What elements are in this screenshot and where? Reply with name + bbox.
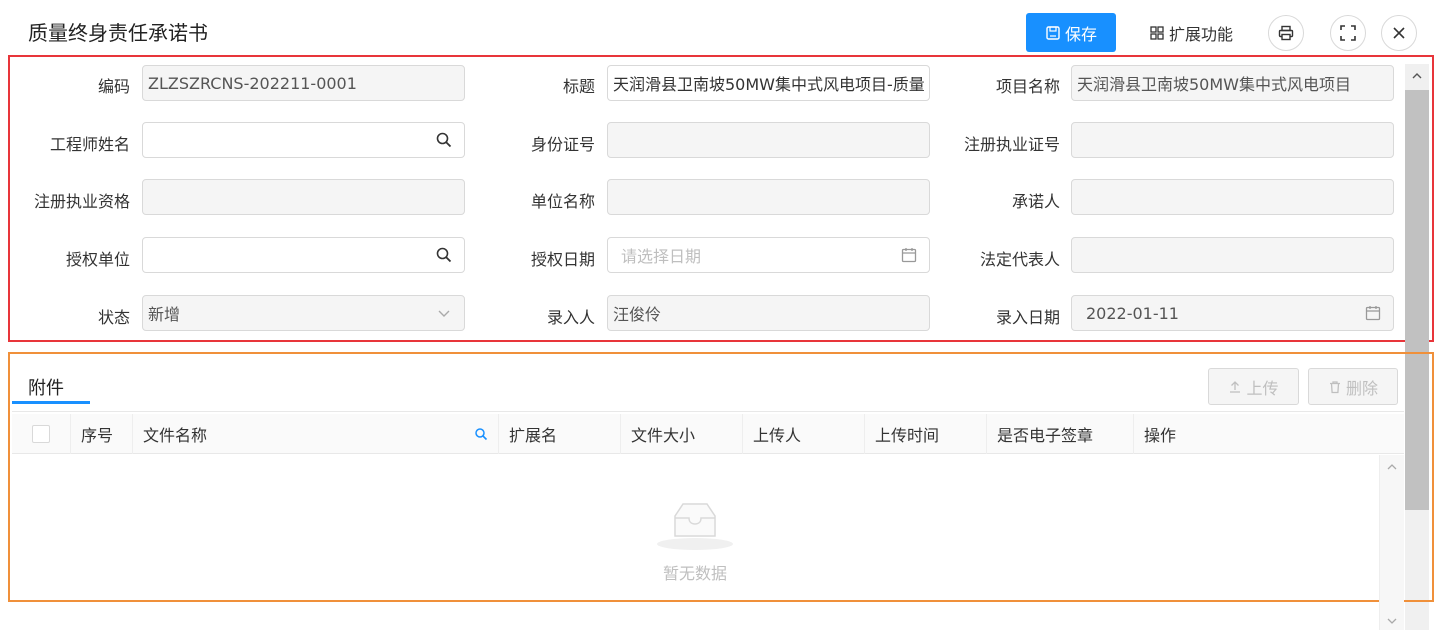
fullscreen-button[interactable]	[1330, 15, 1366, 51]
extension-button[interactable]: 扩展功能	[1149, 20, 1233, 46]
save-label: 保存	[1064, 24, 1097, 44]
entry-user-field: 汪俊伶	[607, 295, 930, 331]
reg-qualification-label: 注册执业资格	[33, 192, 130, 211]
upload-icon	[1230, 380, 1241, 393]
save-icon	[1046, 25, 1060, 40]
engineer-name-label: 工程师姓名	[49, 135, 130, 154]
status-value: 新增	[148, 305, 181, 324]
delete-button[interactable]: 删除	[1308, 368, 1398, 405]
promisor-label: 承诺人	[1011, 192, 1060, 211]
column-header-filename: 文件名称	[133, 414, 499, 454]
grid-icon	[1150, 26, 1164, 40]
code-label: 编码	[97, 77, 130, 96]
calendar-icon	[1365, 306, 1381, 321]
printer-icon	[1278, 25, 1294, 41]
auth-unit-label: 授权单位	[65, 250, 130, 269]
entry-date-value: 2022-01-11	[1086, 303, 1179, 323]
search-icon[interactable]	[435, 131, 453, 149]
calendar-icon[interactable]	[900, 246, 918, 264]
auth-date-placeholder: 请选择日期	[621, 247, 702, 266]
column-header: 文件大小	[621, 414, 743, 454]
print-button[interactable]	[1268, 15, 1304, 51]
entry-date-field: 2022-01-11	[1071, 295, 1394, 331]
select-all-cell	[12, 414, 71, 454]
delete-label: 删除	[1345, 378, 1378, 398]
engineer-name-field[interactable]	[142, 122, 465, 158]
select-all-checkbox[interactable]	[32, 425, 50, 443]
project-name-value: 天润滑县卫南坡50MW集中式风电项目	[1077, 75, 1351, 94]
column-header: 序号	[71, 414, 133, 454]
column-header: 上传人	[743, 414, 865, 454]
status-label: 状态	[97, 308, 130, 327]
id-card-field	[607, 122, 930, 158]
scroll-up-icon[interactable]	[1386, 461, 1398, 473]
tab-active-indicator	[12, 401, 90, 404]
close-icon	[1393, 27, 1405, 39]
trash-icon	[1329, 380, 1340, 393]
attachments-tab[interactable]: 附件	[28, 374, 64, 400]
expand-icon	[1340, 25, 1356, 41]
search-icon[interactable]	[474, 427, 488, 441]
page-title: 质量终身责任承诺书	[28, 21, 208, 45]
upload-button[interactable]: 上传	[1208, 368, 1299, 405]
auth-date-field[interactable]: 请选择日期	[607, 237, 930, 273]
column-header: 文件名称	[143, 426, 208, 445]
entry-user-label: 录入人	[546, 308, 595, 327]
unit-name-label: 单位名称	[530, 192, 595, 211]
column-header: 扩展名	[499, 414, 621, 454]
project-name-field: 天润滑县卫南坡50MW集中式风电项目	[1071, 65, 1394, 101]
chevron-down-icon	[438, 310, 450, 317]
reg-cert-no-field	[1071, 122, 1394, 158]
empty-inbox-icon	[657, 503, 733, 550]
reg-qualification-field	[142, 179, 465, 215]
table-scrollbar[interactable]	[1379, 455, 1404, 630]
attachments-table-header: 序号 文件名称 扩展名 文件大小 上传人 上传时间 是否电子签章 操作	[12, 414, 1404, 454]
entry-user-value: 汪俊伶	[613, 305, 662, 324]
search-icon[interactable]	[435, 246, 453, 264]
legal-rep-label: 法定代表人	[979, 250, 1060, 269]
scroll-down-icon[interactable]	[1386, 615, 1398, 627]
entry-date-label: 录入日期	[995, 308, 1060, 327]
tab-divider	[12, 411, 1404, 412]
promisor-field	[1071, 179, 1394, 215]
project-name-label: 项目名称	[995, 77, 1060, 96]
dialog-header: 质量终身责任承诺书 保存 扩展功能	[0, 0, 1440, 58]
title-field[interactable]: 天润滑县卫南坡50MW集中式风电项目-质量	[607, 65, 930, 101]
column-header: 操作	[1144, 426, 1177, 445]
title-value: 天润滑县卫南坡50MW集中式风电项目-质量	[613, 75, 924, 94]
title-label: 标题	[562, 77, 595, 96]
empty-text: 暂无数据	[662, 564, 727, 583]
code-field: ZLZSZRCNS-202211-0001	[142, 65, 465, 101]
id-card-label: 身份证号	[530, 135, 595, 154]
unit-name-field	[607, 179, 930, 215]
close-button[interactable]	[1381, 15, 1417, 51]
legal-rep-field	[1071, 237, 1394, 273]
column-header: 是否电子签章	[987, 414, 1134, 454]
scroll-up-icon[interactable]	[1411, 70, 1423, 82]
save-button[interactable]: 保存	[1026, 13, 1116, 52]
status-select: 新增	[142, 295, 465, 331]
auth-date-label: 授权日期	[530, 250, 595, 269]
reg-cert-no-label: 注册执业证号	[963, 135, 1060, 154]
code-value: ZLZSZRCNS-202211-0001	[148, 73, 357, 93]
column-header: 上传时间	[865, 414, 987, 454]
auth-unit-field[interactable]	[142, 237, 465, 273]
upload-label: 上传	[1246, 378, 1279, 398]
extension-label: 扩展功能	[1169, 25, 1234, 44]
empty-state: 暂无数据	[640, 500, 750, 584]
